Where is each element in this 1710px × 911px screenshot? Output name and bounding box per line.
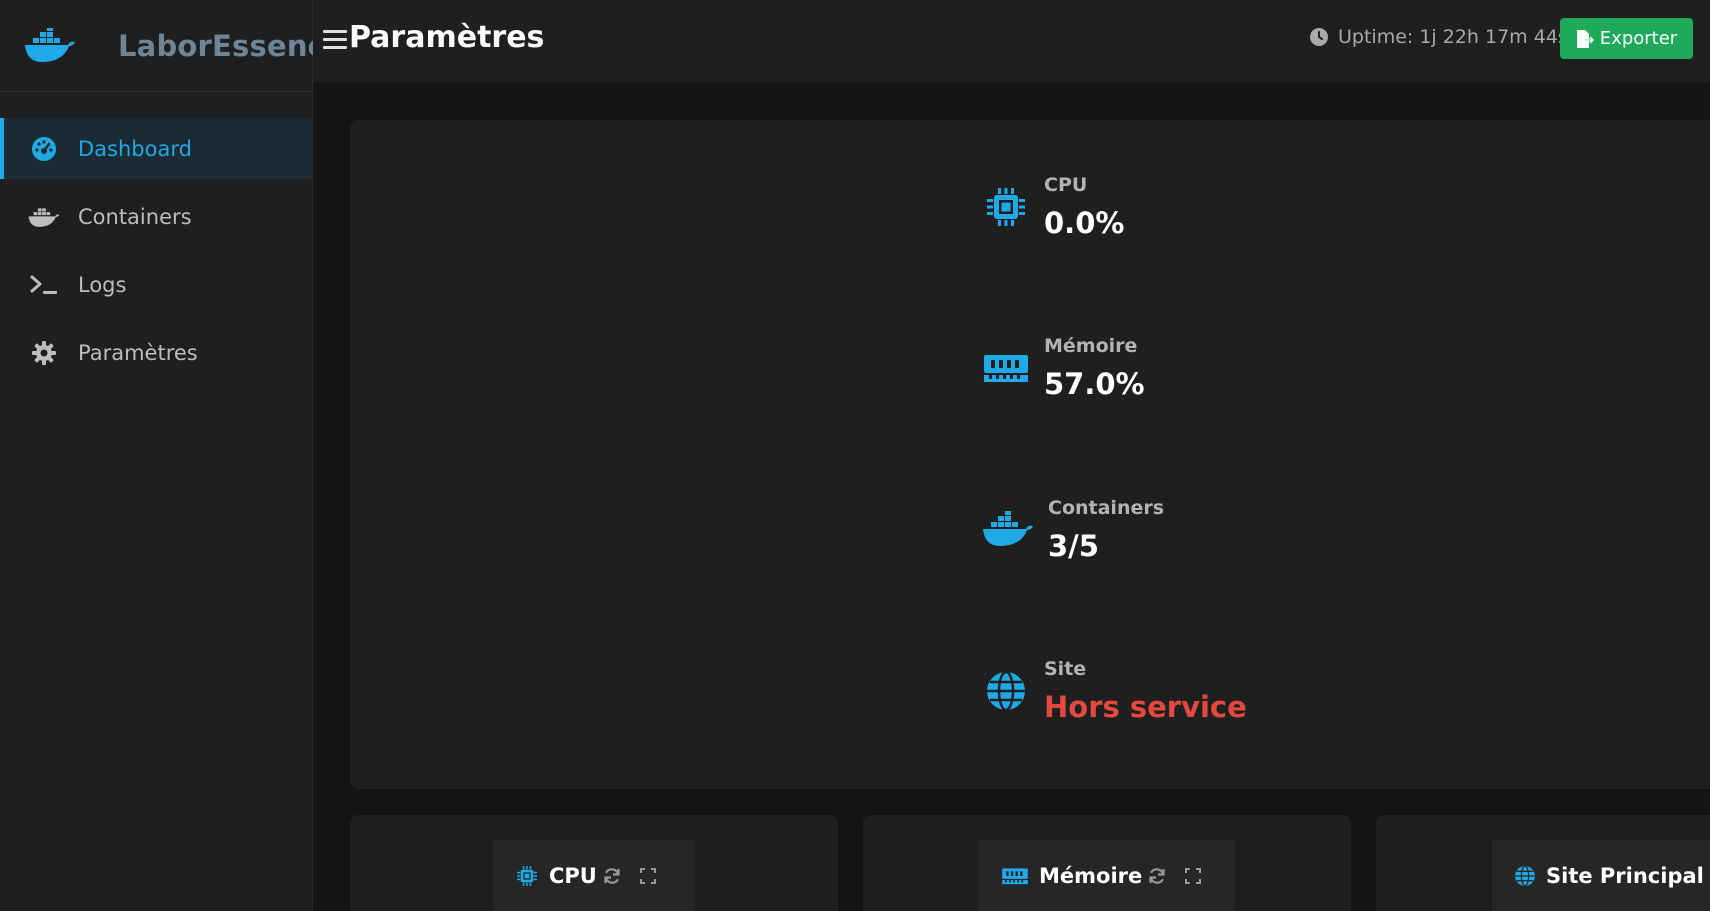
stat-cpu-value: 0.0% bbox=[1044, 206, 1125, 240]
export-button[interactable]: Exporter bbox=[1560, 18, 1693, 59]
sidebar-nav: Dashboard Containers Logs Paramètres bbox=[0, 118, 312, 383]
panel-site-header: Site Principal bbox=[1492, 840, 1710, 911]
stat-memory-value: 57.0% bbox=[1044, 367, 1145, 401]
stat-site-label: Site bbox=[1044, 658, 1087, 680]
stat-containers-value: 3/5 bbox=[1048, 529, 1099, 563]
sidebar-item-label: Paramètres bbox=[78, 340, 198, 365]
stat-memory-label: Mémoire bbox=[1044, 335, 1138, 357]
docker-icon bbox=[28, 201, 60, 233]
refresh-button[interactable] bbox=[601, 865, 623, 887]
menu-bar-icon bbox=[323, 30, 347, 33]
memory-icon bbox=[982, 344, 1030, 392]
sidebar-item-dashboard[interactable]: Dashboard bbox=[0, 118, 312, 179]
export-button-label: Exporter bbox=[1599, 28, 1678, 49]
panel-cpu: CPU bbox=[350, 815, 838, 911]
refresh-icon bbox=[1149, 867, 1165, 884]
brand-name: LaborEssence bbox=[118, 28, 345, 63]
menu-bar-icon bbox=[323, 38, 347, 41]
gauge-icon bbox=[28, 133, 60, 165]
docker-icon bbox=[982, 506, 1034, 554]
panel-memory-title: Mémoire bbox=[1039, 863, 1143, 888]
refresh-icon bbox=[604, 867, 620, 884]
globe-icon bbox=[982, 667, 1030, 715]
panel-cpu-title: CPU bbox=[549, 863, 597, 888]
panel-cpu-header: CPU bbox=[493, 840, 694, 911]
panel-site-principal: Site Principal bbox=[1376, 815, 1710, 911]
stats-card: CPU 0.0% Mémoire 57.0% Containers 3/5 Si… bbox=[350, 120, 1710, 789]
hamburger-menu-button[interactable] bbox=[323, 30, 347, 50]
panel-site-title: Site Principal bbox=[1546, 863, 1704, 888]
export-file-icon bbox=[1576, 29, 1595, 49]
uptime-text: Uptime: 1j 22h 17m 44s bbox=[1338, 26, 1568, 48]
stat-containers: Containers 3/5 bbox=[982, 497, 1164, 563]
stat-cpu: CPU 0.0% bbox=[982, 174, 1124, 240]
cpu-icon bbox=[982, 183, 1030, 231]
sidebar-item-logs[interactable]: Logs bbox=[0, 254, 312, 315]
stat-site-status: Hors service bbox=[1044, 690, 1247, 724]
menu-bar-icon bbox=[323, 46, 347, 49]
expand-button[interactable] bbox=[1182, 865, 1204, 887]
stat-site: Site Hors service bbox=[982, 658, 1247, 724]
clock-icon bbox=[1309, 27, 1329, 47]
docker-logo-icon bbox=[24, 26, 76, 66]
terminal-icon bbox=[28, 269, 60, 301]
stat-cpu-label: CPU bbox=[1044, 174, 1088, 196]
sidebar-item-label: Logs bbox=[78, 272, 127, 297]
uptime-indicator: Uptime: 1j 22h 17m 44s bbox=[1309, 26, 1568, 48]
gear-icon bbox=[28, 337, 60, 369]
expand-icon bbox=[1185, 867, 1202, 884]
topbar: Paramètres Uptime: 1j 22h 17m 44s Export… bbox=[313, 0, 1710, 83]
memory-icon bbox=[1001, 864, 1029, 888]
sidebar: LaborEssence Dashboard Containers Logs P… bbox=[0, 0, 345, 911]
panel-memory-header: Mémoire bbox=[979, 840, 1235, 911]
page-title: Paramètres bbox=[349, 20, 545, 55]
expand-button[interactable] bbox=[637, 865, 659, 887]
panel-memory: Mémoire bbox=[863, 815, 1351, 911]
sidebar-item-label: Containers bbox=[78, 204, 192, 229]
expand-icon bbox=[639, 867, 656, 884]
brand[interactable]: LaborEssence bbox=[0, 0, 345, 92]
sidebar-item-containers[interactable]: Containers bbox=[0, 186, 312, 247]
cpu-icon bbox=[515, 864, 539, 888]
globe-icon bbox=[1514, 864, 1536, 888]
stat-memory: Mémoire 57.0% bbox=[982, 335, 1145, 401]
stat-containers-label: Containers bbox=[1048, 497, 1165, 519]
sidebar-item-settings[interactable]: Paramètres bbox=[0, 322, 312, 383]
refresh-button[interactable] bbox=[1146, 865, 1168, 887]
sidebar-item-label: Dashboard bbox=[78, 136, 192, 161]
